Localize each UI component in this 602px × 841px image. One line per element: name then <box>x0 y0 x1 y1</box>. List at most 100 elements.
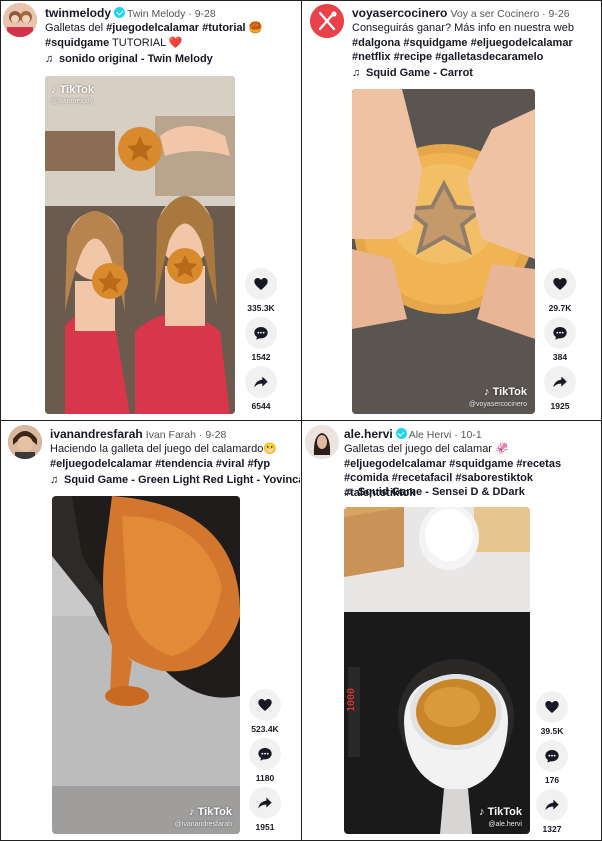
comment-button[interactable] <box>536 740 568 772</box>
display-name: Ivan Farah <box>145 429 196 441</box>
comment-icon <box>545 750 559 763</box>
hashtag-link[interactable]: #netflix <box>352 51 391 63</box>
share-arrow-icon <box>258 797 272 809</box>
video-player[interactable]: 1000 ♪ TikTok @ale.hervi <box>344 507 530 834</box>
hashtag-link[interactable]: #comida <box>344 472 389 484</box>
tiktok-logo-icon: ♪ <box>484 386 490 398</box>
hashtag-link[interactable]: #squidgame <box>403 37 467 49</box>
tiktok-watermark: ♪ TikTok <box>484 386 527 398</box>
post-header: ivanandresfarah Ivan Farah · 9-28 <box>50 427 227 441</box>
comment-button[interactable] <box>544 317 576 349</box>
comment-count: 384 <box>552 352 568 362</box>
hashtag-link[interactable]: #viral <box>216 458 245 470</box>
avatar[interactable] <box>310 4 344 38</box>
sound-link[interactable]: ♫ Squid Game - Carrot <box>352 67 473 79</box>
comment-icon <box>553 327 567 340</box>
avatar[interactable] <box>8 425 42 459</box>
like-button[interactable] <box>544 268 576 300</box>
share-arrow-icon <box>254 376 268 388</box>
verified-badge-icon <box>395 428 407 439</box>
post-date: 9-28 <box>205 429 227 441</box>
tiktok-logo-icon: ♪ <box>51 84 57 96</box>
share-button[interactable] <box>544 366 576 398</box>
username[interactable]: voyasercocinero <box>352 6 447 20</box>
heart-icon <box>545 701 559 713</box>
tiktok-watermark: ♪ TikTok <box>189 806 232 818</box>
tiktok-logo-icon: ♪ <box>189 806 195 818</box>
tiktok-logo-icon: ♪ <box>479 806 485 818</box>
video-player[interactable]: ♪ TikTok @voyasercocinero <box>352 89 535 414</box>
video-thumbnail <box>352 89 535 414</box>
share-button[interactable] <box>249 787 281 819</box>
avatar[interactable] <box>305 425 339 459</box>
avatar-image <box>8 425 42 459</box>
hashtag-link[interactable]: #eljuegodelcalamar <box>471 37 573 49</box>
hashtag-link[interactable]: #tutorial <box>202 22 245 34</box>
username[interactable]: twinmelody <box>45 6 111 20</box>
avatar[interactable] <box>3 3 37 37</box>
video-thumbnail <box>45 76 235 414</box>
emoji: 🥮 <box>248 22 263 34</box>
username[interactable]: ivanandresfarah <box>50 427 143 441</box>
hashtag-link[interactable]: #tendencia <box>155 458 212 470</box>
avatar-image <box>305 425 339 459</box>
post-date: 9-28 <box>194 8 216 20</box>
post-caption: Conseguirás ganar? Más info en nuestra w… <box>352 22 574 63</box>
post-date: 9-26 <box>548 8 570 20</box>
comment-icon <box>258 748 272 761</box>
hashtag-link[interactable]: #squidgame <box>449 458 513 470</box>
hashtag-link[interactable]: #recipe <box>394 51 433 63</box>
comment-button[interactable] <box>245 317 277 349</box>
emoji: ❤️ <box>168 36 183 49</box>
post-caption: Galletas del #juegodelcalamar #tutorial … <box>45 22 263 49</box>
hashtag-link[interactable]: #dalgona <box>352 37 400 49</box>
action-bar: 39.5K 176 1327 <box>535 691 569 838</box>
hashtag-link[interactable]: #recetas <box>516 458 561 470</box>
heart-icon <box>258 699 272 711</box>
emoji: 😬 <box>263 443 278 455</box>
hashtag-link[interactable]: #galletasdecaramelo <box>435 51 543 63</box>
post-date: 10-1 <box>460 429 482 441</box>
heart-icon <box>254 278 268 290</box>
share-count: 1951 <box>255 822 275 832</box>
share-button[interactable] <box>536 789 568 821</box>
music-note-icon: ♫ <box>50 474 59 486</box>
post-card: voyasercocinero Voy a ser Cocinero · 9-2… <box>302 0 602 420</box>
like-count: 39.5K <box>540 726 564 736</box>
utensils-logo-icon <box>310 4 344 38</box>
watermark-handle: @ale.hervi <box>488 821 522 828</box>
music-note-icon: ♫ <box>352 67 361 79</box>
share-arrow-icon <box>545 799 559 811</box>
video-player[interactable]: ♪ TikTok @twinmelody <box>45 76 235 414</box>
hashtag-link[interactable]: #fyp <box>248 458 271 470</box>
emoji: 🦑 <box>495 443 509 455</box>
video-player[interactable]: ♪ TikTok @ivanandresfarah <box>52 496 240 834</box>
comment-count: 1542 <box>251 352 271 362</box>
hashtag-link[interactable]: #saborestiktok <box>455 472 533 484</box>
username[interactable]: ale.hervi <box>344 427 393 441</box>
hashtag-link[interactable]: #eljuegodelcalamar <box>50 458 152 470</box>
music-note-icon: ♫ <box>45 53 54 65</box>
sound-link[interactable]: ♫ sonido original - Twin Melody <box>45 53 213 65</box>
tiktok-watermark: ♪ TikTok <box>479 806 522 818</box>
hashtag-link[interactable]: #squidgame <box>45 37 109 49</box>
like-button[interactable] <box>536 691 568 723</box>
sound-link[interactable]: ♫ Squid Game - Green Light Red Light - Yo… <box>50 474 300 486</box>
grid-divider-horizontal <box>0 420 602 421</box>
share-button[interactable] <box>245 366 277 398</box>
sound-link[interactable]: ♫ Squid Game - Sensei D & DDark <box>344 486 525 498</box>
like-button[interactable] <box>245 268 277 300</box>
video-thumbnail: 1000 <box>344 507 530 834</box>
music-note-icon: ♫ <box>344 486 353 498</box>
hashtag-link[interactable]: #recetafacil <box>392 472 453 484</box>
action-bar: 335.3K 1542 6544 <box>244 268 278 415</box>
hashtag-link[interactable]: #eljuegodelcalamar <box>344 458 446 470</box>
hashtag-link[interactable]: #juegodelcalamar <box>106 22 199 34</box>
post-header: ale.hervi Ale Hervi · 10-1 <box>344 427 482 441</box>
like-button[interactable] <box>249 689 281 721</box>
action-bar: 523.4K 1180 1951 <box>248 689 282 836</box>
comment-button[interactable] <box>249 738 281 770</box>
display-name: Voy a ser Cocinero <box>450 8 540 20</box>
svg-text:1000: 1000 <box>346 688 357 712</box>
share-count: 1327 <box>542 824 562 834</box>
